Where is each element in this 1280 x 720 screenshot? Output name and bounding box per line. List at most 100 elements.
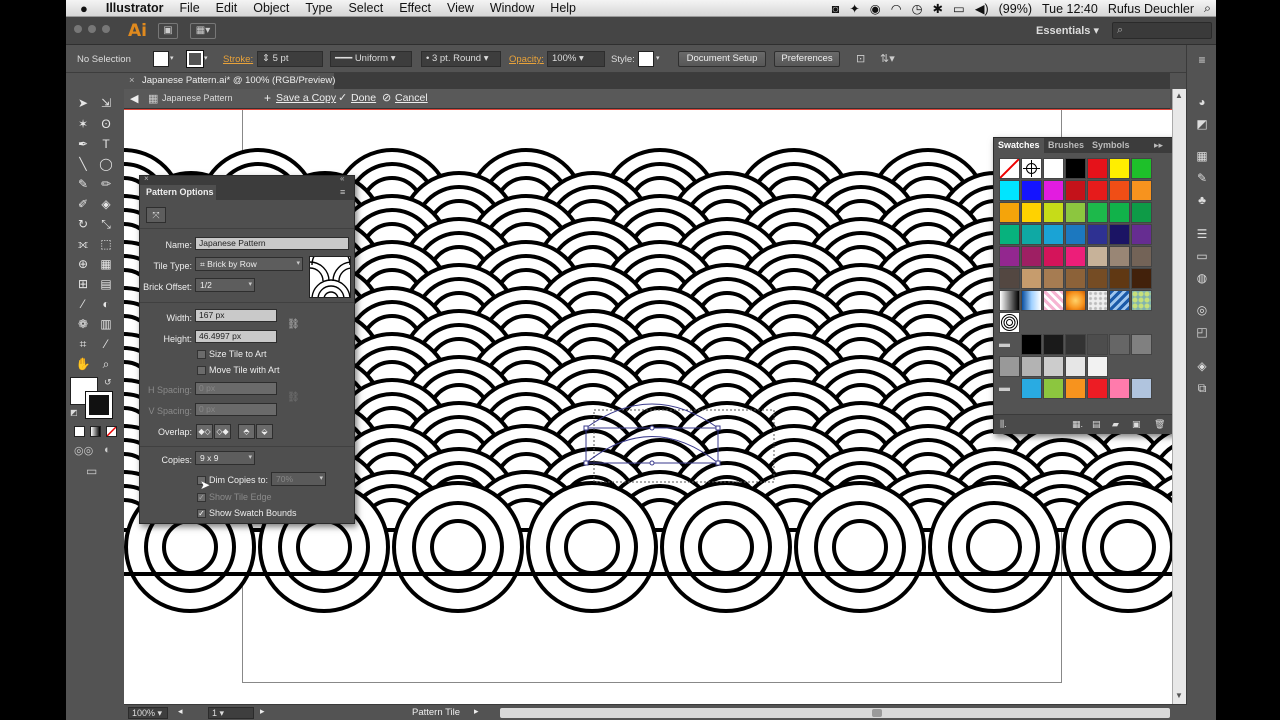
mesh-tool-icon[interactable]: ⊞ <box>74 275 92 293</box>
color-swatch[interactable] <box>1043 158 1064 179</box>
breadcrumb[interactable]: Japanese Pattern <box>162 93 233 103</box>
color-swatch[interactable] <box>1131 224 1152 245</box>
twitter-icon[interactable]: ✦ <box>844 1 864 16</box>
color-swatch[interactable] <box>1109 378 1130 399</box>
pattern-options-title[interactable]: Pattern Options <box>140 185 216 200</box>
color-swatch[interactable] <box>1065 158 1086 179</box>
selection-tool-icon[interactable]: ➤ <box>74 94 92 112</box>
swatch-options-icon[interactable]: ▤ <box>1092 419 1101 430</box>
color-swatch[interactable] <box>1087 246 1108 267</box>
collapse-panel-icon[interactable]: « <box>340 174 344 183</box>
tab-symbols[interactable]: Symbols <box>1088 138 1134 153</box>
fill-swatch[interactable] <box>153 51 169 67</box>
scale-tool-icon[interactable]: ⤡ <box>97 215 115 233</box>
close-tab-icon[interactable]: × <box>129 73 135 89</box>
symbol-sprayer-tool-icon[interactable]: ❁ <box>74 315 92 333</box>
left-in-front-icon[interactable]: ◆◇ <box>196 424 213 439</box>
ellipse-tool-icon[interactable]: ◯ <box>97 155 115 173</box>
color-swatch[interactable] <box>1065 180 1086 201</box>
horizontal-scroll-thumb[interactable] <box>872 709 882 717</box>
color-swatch[interactable] <box>1021 224 1042 245</box>
menu-app-name[interactable]: Illustrator <box>98 1 172 15</box>
brick-offset-select[interactable]: 1/2 ▾ <box>195 278 255 292</box>
color-swatch[interactable] <box>1043 356 1064 377</box>
clock[interactable]: Tue 12:40 <box>1037 2 1103 16</box>
color-swatch[interactable] <box>1131 180 1152 201</box>
save-copy-button[interactable]: Save a Copy <box>276 92 336 104</box>
opacity-field[interactable]: 100% ▾ <box>547 51 605 67</box>
fill-dropdown-icon[interactable]: ▾ <box>170 54 174 62</box>
spacing-link-icon[interactable]: ⛓ <box>287 392 300 403</box>
color-swatch[interactable] <box>1043 378 1064 399</box>
color-swatch[interactable] <box>999 246 1020 267</box>
color-swatch[interactable] <box>999 202 1020 223</box>
column-graph-tool-icon[interactable]: ▥ <box>97 315 115 333</box>
color-swatch[interactable] <box>1021 378 1042 399</box>
new-swatch-icon[interactable]: ▣ <box>1132 419 1141 430</box>
stroke-panel-icon[interactable]: ☰ <box>1195 227 1209 241</box>
direct-selection-tool-icon[interactable]: ⇲ <box>97 94 115 112</box>
battery-indicator[interactable]: (99%) <box>994 2 1037 16</box>
menu-object[interactable]: Object <box>245 1 297 15</box>
none-mode-icon[interactable] <box>106 426 117 437</box>
color-swatch[interactable] <box>1065 224 1086 245</box>
color-swatch[interactable] <box>1109 202 1130 223</box>
pattern-swatch[interactable] <box>1043 290 1064 311</box>
menu-view[interactable]: View <box>439 1 482 15</box>
graphic-styles-icon[interactable]: ◰ <box>1195 325 1209 339</box>
color-swatch[interactable] <box>1109 246 1130 267</box>
color-swatch[interactable] <box>999 356 1020 377</box>
none-swatch[interactable] <box>999 158 1020 179</box>
color-swatch[interactable] <box>1087 202 1108 223</box>
gradient-tool-icon[interactable]: ▤ <box>97 275 115 293</box>
color-swatch[interactable] <box>1109 224 1130 245</box>
pattern-tile-tool-icon[interactable]: ⤧ <box>146 207 166 223</box>
bluetooth-icon[interactable]: ✱ <box>928 1 948 16</box>
delete-swatch-icon[interactable]: 🗑 <box>1154 419 1165 430</box>
color-swatch[interactable] <box>1021 334 1042 355</box>
show-tile-edge-checkbox[interactable]: ✓ <box>197 493 206 502</box>
shape-builder-tool-icon[interactable]: ⊕ <box>74 255 92 273</box>
tab-brushes[interactable]: Brushes <box>1044 138 1088 153</box>
color-swatch[interactable] <box>999 268 1020 289</box>
menu-file[interactable]: File <box>172 1 208 15</box>
done-button[interactable]: Done <box>351 92 376 104</box>
blend-tool-icon[interactable]: ◐ <box>97 295 115 313</box>
document-setup-button[interactable]: Document Setup <box>678 51 766 67</box>
color-swatch[interactable] <box>1065 378 1086 399</box>
menu-edit[interactable]: Edit <box>208 1 246 15</box>
collapse-panel-icon[interactable]: ▸▸ <box>1150 138 1167 153</box>
display-icon[interactable]: ▭ <box>948 1 970 16</box>
stroke-color-box[interactable] <box>85 391 113 419</box>
cancel-button[interactable]: Cancel <box>395 92 428 104</box>
color-mode-icon[interactable] <box>74 426 85 437</box>
zoom-field[interactable]: 100% ▾ <box>128 707 168 719</box>
color-swatch[interactable] <box>1087 224 1108 245</box>
line-tool-icon[interactable]: ╲ <box>74 155 92 173</box>
apple-icon[interactable]: ● <box>66 1 98 16</box>
color-panel-icon[interactable]: ◕ <box>1195 95 1209 109</box>
minimize-window-icon[interactable] <box>88 25 96 33</box>
document-tab[interactable]: × Japanese Pattern.ai* @ 100% (RGB/Previ… <box>124 73 335 89</box>
lasso-tool-icon[interactable]: ʘ <box>97 115 115 133</box>
user-name[interactable]: Rufus Deuchler <box>1103 2 1199 16</box>
color-swatch[interactable] <box>1109 268 1130 289</box>
pattern-name-input[interactable]: Japanese Pattern <box>195 237 349 250</box>
color-swatch[interactable] <box>1065 246 1086 267</box>
color-swatch[interactable] <box>1043 246 1064 267</box>
brushes-panel-icon[interactable]: ✎ <box>1195 171 1209 185</box>
brush-definition[interactable]: • 3 pt. Round ▾ <box>421 51 501 67</box>
color-swatch[interactable] <box>1021 246 1042 267</box>
zoom-window-icon[interactable] <box>102 25 110 33</box>
color-group-folder-icon[interactable]: ▬ <box>999 334 1020 355</box>
camera-icon[interactable]: ◙ <box>827 2 845 16</box>
close-panel-icon[interactable]: × <box>144 174 149 183</box>
draw-mode-icon[interactable]: ◎◎ <box>74 444 93 457</box>
close-window-icon[interactable] <box>74 25 82 33</box>
color-swatch[interactable] <box>1043 334 1064 355</box>
perspective-grid-tool-icon[interactable]: ▦ <box>97 255 115 273</box>
arrange-documents-icon[interactable]: ▦▾ <box>190 23 216 39</box>
color-swatch[interactable] <box>1021 180 1042 201</box>
gradient-panel-icon[interactable]: ▭ <box>1195 249 1209 263</box>
color-swatch[interactable] <box>1131 268 1152 289</box>
